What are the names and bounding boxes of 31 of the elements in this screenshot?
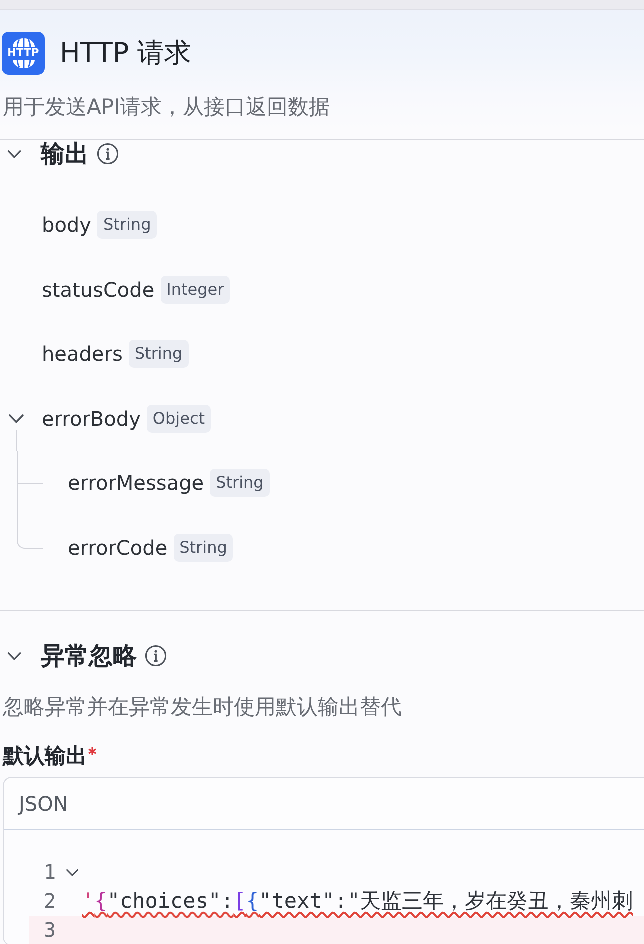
http-logo: HTTP — [2, 32, 45, 75]
node-description: 用于发送API请求，从接口返回数据 — [3, 95, 332, 119]
field-name: errorBody — [42, 406, 141, 432]
field-name: errorCode — [68, 534, 168, 561]
type-tag: String — [97, 211, 158, 240]
line-number: 2 — [42, 888, 56, 915]
field-name: errorMessage — [68, 470, 204, 496]
field-name: headers — [42, 341, 123, 368]
node-title: HTTP 请求 — [60, 36, 192, 70]
type-tag: Object — [146, 404, 212, 433]
section-title: 输出 — [41, 140, 89, 168]
chevron-down-icon[interactable] — [8, 414, 25, 424]
json-editor[interactable]: JSON 1 2 '{"choices":[{"text":"天监三年，岁在癸丑，秦州刺 3 — [3, 777, 644, 944]
info-icon[interactable] — [97, 143, 119, 165]
type-tag: Integer — [160, 276, 230, 304]
type-tag: String — [210, 469, 270, 498]
section-description: 忽略异常并在异常发生时使用默认输出替代 — [3, 695, 403, 719]
type-tag: String — [174, 534, 234, 562]
chevron-down-icon[interactable] — [7, 652, 22, 660]
fold-chevron-icon[interactable] — [66, 868, 79, 876]
language-label: JSON — [19, 792, 68, 816]
code-text: '{"choices":[{"text":"天监三年，岁在癸丑，秦州刺 — [82, 888, 634, 914]
chevron-down-icon[interactable] — [7, 150, 22, 158]
line-number: 3 — [42, 917, 56, 944]
line-number: 1 — [42, 859, 56, 886]
info-icon[interactable] — [145, 645, 167, 667]
field-label: 默认输出 — [3, 744, 87, 768]
section-title: 异常忽略 — [41, 642, 137, 670]
field-name: body — [42, 212, 92, 238]
type-tag: String — [128, 340, 189, 368]
field-name: statusCode — [42, 276, 155, 303]
